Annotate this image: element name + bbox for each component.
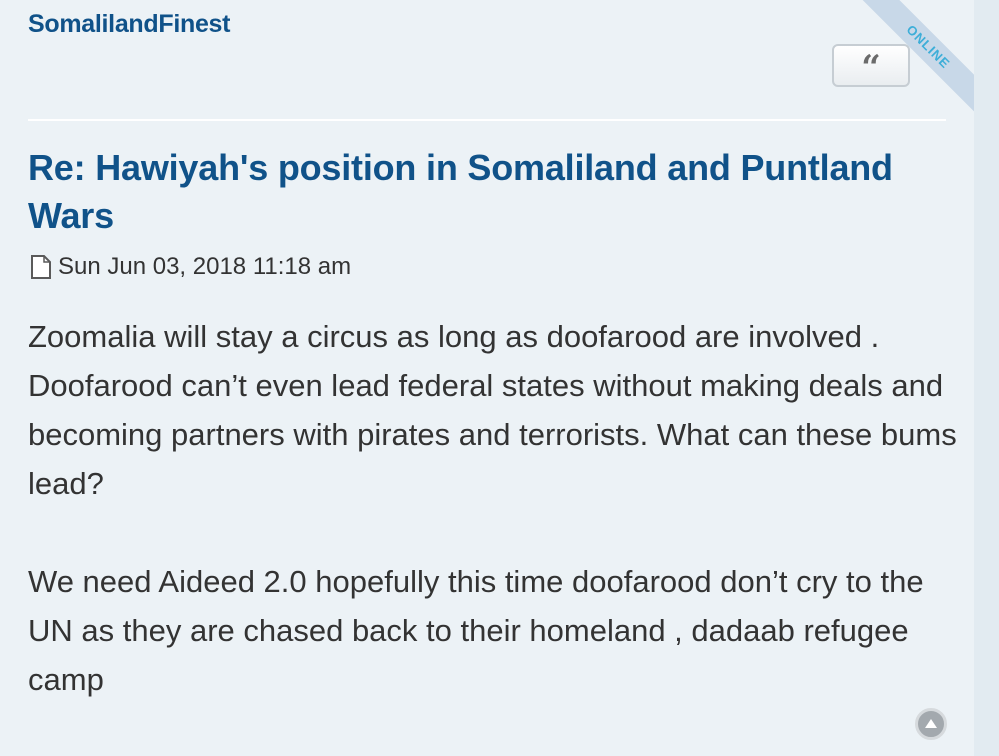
quote-button[interactable]: “ <box>832 44 910 88</box>
post-content: Zoomalia will stay a circus as long as d… <box>28 312 968 704</box>
divider <box>28 119 946 121</box>
page-edge <box>974 0 999 756</box>
post-container: SomalilandFinest ONLINE “ Re: Hawiyah's … <box>0 0 974 756</box>
document-icon[interactable] <box>30 254 52 280</box>
quote-icon: “ <box>861 48 881 88</box>
post-timestamp: Sun Jun 03, 2018 11:18 am <box>58 253 352 280</box>
back-to-top-button[interactable] <box>915 708 947 740</box>
post-paragraph: Zoomalia will stay a circus as long as d… <box>28 319 957 501</box>
post-author-link[interactable]: SomalilandFinest <box>28 10 230 39</box>
post-meta: Sun Jun 03, 2018 11:18 am <box>30 252 351 282</box>
arrow-up-circle-icon <box>925 719 937 728</box>
post-paragraph: We need Aideed 2.0 hopefully this time d… <box>28 564 924 697</box>
post-title[interactable]: Re: Hawiyah's position in Somaliland and… <box>28 144 958 240</box>
